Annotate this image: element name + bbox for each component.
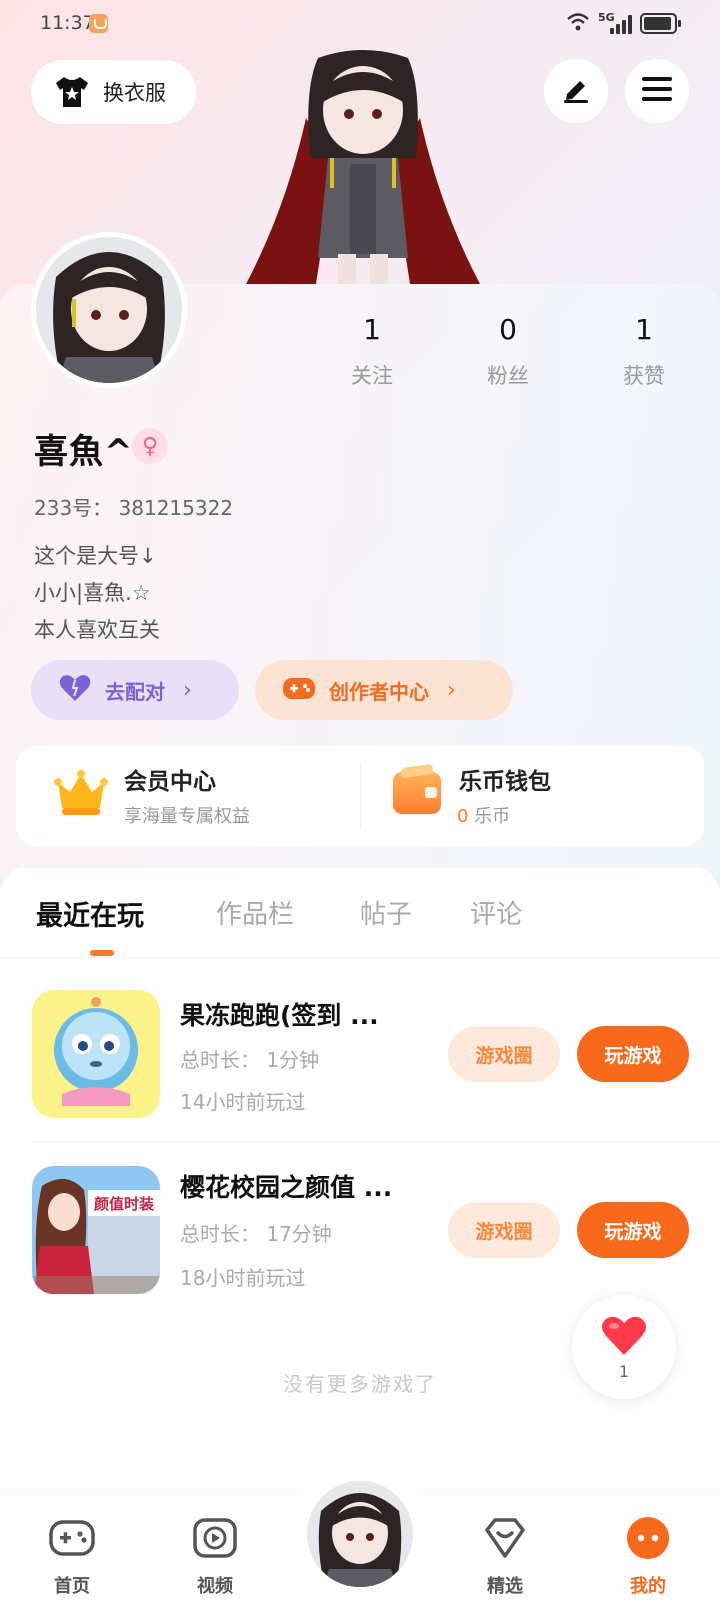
signal-icon (610, 14, 634, 34)
tab-indicator (90, 950, 114, 956)
status-time: 11:37 (40, 12, 95, 34)
vip-center-title[interactable]: 会员中心 (124, 762, 216, 796)
wallet-title[interactable]: 乐币钱包 (459, 762, 551, 796)
gamepad-icon (48, 1520, 96, 1564)
avatar[interactable] (31, 232, 187, 388)
divider (0, 957, 720, 958)
nickname: 喜魚^ (34, 432, 134, 472)
tab-works[interactable]: 作品栏 (216, 894, 294, 931)
play-game-button[interactable]: 玩游戏 (577, 1202, 689, 1258)
female-gender-icon: ♀ (132, 428, 168, 464)
edit-icon (561, 75, 591, 107)
game-duration: 总时长： 1分钟 (180, 1048, 320, 1072)
wallet-balance: 0 乐币 (457, 802, 510, 828)
game-icon-sakura-school[interactable]: 颜值时装 (32, 1166, 160, 1294)
stat-fans-value: 0 (499, 313, 517, 346)
game-icon-caption: 颜值时装 (94, 1195, 155, 1213)
diamond-icon (481, 1518, 529, 1564)
edit-profile-button[interactable] (544, 59, 608, 123)
battery-icon (640, 13, 681, 34)
creator-center-label: 创作者中心 (329, 679, 429, 704)
tab-recently-played[interactable]: 最近在玩 (36, 894, 144, 933)
divider (32, 1142, 720, 1143)
stat-fans-label: 粉丝 (487, 364, 529, 388)
game-title[interactable]: 樱花校园之颜值 ... (180, 1168, 392, 1204)
game-last-played: 18小时前玩过 (180, 1266, 306, 1290)
video-icon (191, 1518, 239, 1564)
stat-following[interactable]: 1 关注 (312, 308, 432, 390)
tab-posts[interactable]: 帖子 (360, 894, 412, 931)
match-label: 去配对 (105, 679, 165, 704)
app-notification-icon (89, 14, 108, 33)
tshirt-icon (53, 75, 91, 109)
nav-featured[interactable]: 精选 (460, 1516, 550, 1598)
nav-home-label: 首页 (54, 1576, 90, 1597)
wallet-icon (393, 772, 441, 814)
stat-likes-label: 获赞 (623, 364, 665, 388)
nav-avatar-button[interactable] (304, 1478, 416, 1590)
stat-fans[interactable]: 0 粉丝 (448, 308, 568, 390)
wifi-icon (566, 12, 590, 37)
game-circle-button[interactable]: 游戏圈 (448, 1202, 560, 1258)
heart-icon (601, 1315, 647, 1361)
wallet-amount: 0 (457, 806, 469, 827)
stat-likes-value: 1 (635, 313, 653, 346)
stat-following-label: 关注 (351, 364, 393, 388)
stat-likes[interactable]: 1 获赞 (584, 308, 704, 390)
gamepad-icon (283, 675, 315, 706)
divider (360, 762, 361, 830)
avatar-figure[interactable] (246, 48, 480, 284)
menu-button[interactable] (625, 59, 689, 123)
game-last-played: 14小时前玩过 (180, 1090, 306, 1114)
me-icon (624, 1517, 672, 1564)
wallet-unit: 乐币 (474, 806, 511, 827)
stat-following-value: 1 (363, 313, 381, 346)
play-game-button[interactable]: 玩游戏 (577, 1026, 689, 1082)
nav-video-label: 视频 (197, 1576, 233, 1597)
tab-comments[interactable]: 评论 (470, 894, 522, 931)
bio-line: 这个是大号↓ (34, 544, 157, 568)
nav-video[interactable]: 视频 (170, 1516, 260, 1598)
game-circle-button[interactable]: 游戏圈 (448, 1026, 560, 1082)
game-duration: 总时长： 17分钟 (180, 1222, 332, 1246)
creator-center-button[interactable]: 创作者中心 › (255, 660, 513, 720)
vip-center-subtitle: 享海量专属权益 (124, 806, 250, 827)
bio-line: 小小|喜魚.☆ (34, 581, 151, 605)
nav-home[interactable]: 首页 (27, 1516, 117, 1598)
bio: 这个是大号↓ 小小|喜魚.☆ 本人喜欢互关 (34, 538, 160, 649)
change-outfit-label: 换衣服 (103, 81, 166, 105)
game-title[interactable]: 果冻跑跑(签到 ... (180, 996, 379, 1032)
match-button[interactable]: 去配对 › (31, 660, 239, 720)
change-outfit-button[interactable]: 换衣服 (31, 60, 196, 124)
hamburger-icon (642, 77, 672, 105)
like-button[interactable] (572, 1295, 676, 1399)
like-count: 1 (618, 1362, 630, 1381)
chevron-right-icon: › (447, 677, 456, 703)
nav-me[interactable]: 我的 (603, 1516, 693, 1598)
chevron-right-icon: › (183, 677, 192, 703)
crown-icon (54, 770, 108, 816)
nav-me-label: 我的 (630, 1576, 666, 1597)
game-icon-jelly-run[interactable] (32, 990, 160, 1118)
nav-featured-label: 精选 (487, 1576, 523, 1597)
heart-icon (59, 674, 91, 707)
bio-line: 本人喜欢互关 (34, 618, 160, 642)
user-id[interactable]: 233号： 381215322 (34, 492, 233, 521)
